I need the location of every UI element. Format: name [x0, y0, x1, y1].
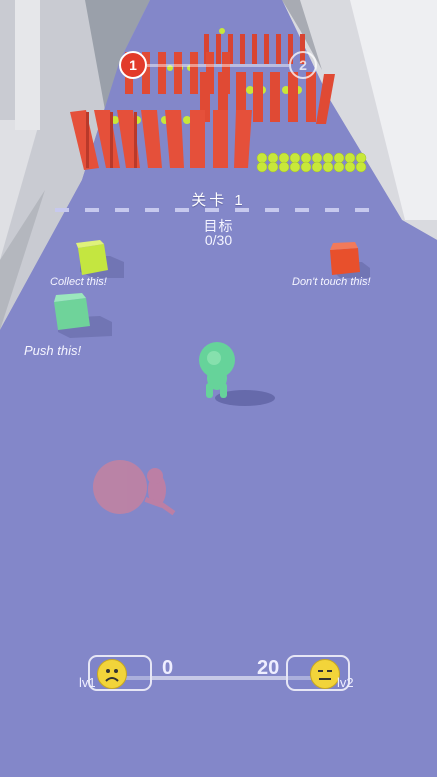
level-start-node: 1 — [119, 51, 147, 79]
left-wall-panel — [15, 0, 40, 130]
level-end-node: 2 — [289, 51, 317, 79]
sad-face-icon — [97, 659, 127, 689]
level-title: 关卡 1 — [191, 192, 246, 209]
level-right-label: lv2 — [337, 675, 354, 690]
game-scene — [0, 0, 437, 777]
goal-count: 0/30 — [204, 232, 233, 248]
collect-hint: Collect this! — [50, 276, 107, 288]
neutral-face-icon — [310, 659, 340, 689]
level-progress-track — [147, 64, 289, 67]
level-left-label: lv1 — [79, 675, 96, 690]
push-hint: Push this! — [24, 343, 82, 358]
score-target: 20 — [257, 657, 280, 679]
avoid-hint: Don't touch this! — [292, 276, 371, 288]
score-current: 0 — [162, 657, 174, 679]
